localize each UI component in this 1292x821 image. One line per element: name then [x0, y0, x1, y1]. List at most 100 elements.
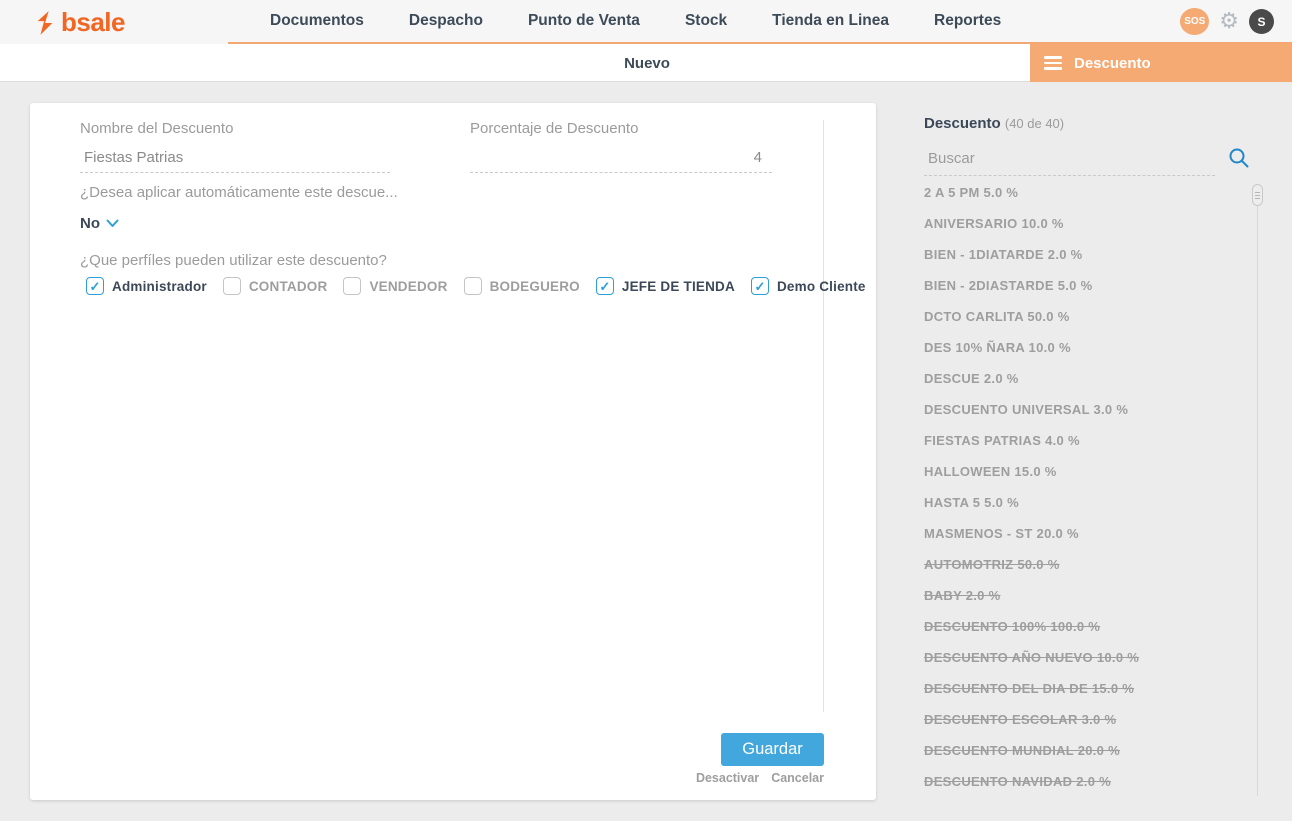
auto-apply-label: ¿Desea aplicar automáticamente este desc… — [80, 184, 398, 201]
sidebar-scrollbar-thumb[interactable] — [1252, 184, 1263, 206]
discount-list-item-label: DESCUENTO DEL DIA DE 15.0 % — [924, 681, 1134, 696]
nav-item-punto-de-venta[interactable]: Punto de Venta — [528, 12, 640, 30]
checkbox-icon[interactable] — [86, 277, 104, 295]
discount-list-item[interactable]: DESCUENTO NAVIDAD 2.0 % — [924, 766, 1244, 797]
discount-list-item[interactable]: BABY 2.0 % — [924, 580, 1244, 611]
discount-list-item-label: DESCUENTO UNIVERSAL 3.0 % — [924, 402, 1128, 417]
discount-list-item-label: MASMENOS - ST 20.0 % — [924, 526, 1079, 541]
discount-list-item[interactable]: DESCUENTO AÑO NUEVO 10.0 % — [924, 642, 1244, 673]
discount-list-item[interactable]: AUTOMOTRIZ 50.0 % — [924, 549, 1244, 580]
profile-checkbox-item[interactable]: Administrador — [86, 277, 207, 295]
discount-list-item[interactable]: DCTO CARLITA 50.0 % — [924, 301, 1244, 332]
discount-list-item[interactable]: FIESTAS PATRIAS 4.0 % — [924, 425, 1244, 456]
deactivate-link[interactable]: Desactivar — [696, 771, 759, 785]
discount-list-item-label: BIEN - 1DIATARDE 2.0 % — [924, 247, 1083, 262]
discount-list-item-label: DESCUENTO 100% 100.0 % — [924, 619, 1100, 634]
percent-field-label: Porcentaje de Descuento — [470, 120, 638, 137]
sidebar-title: Descuento (40 de 40) — [924, 115, 1064, 132]
discount-list-item-label: BABY 2.0 % — [924, 588, 1000, 603]
cancel-link[interactable]: Cancelar — [771, 771, 824, 785]
sidebar-title-text: Descuento — [924, 115, 1001, 132]
discount-list-item[interactable]: DESCUE 2.0 % — [924, 363, 1244, 394]
discount-list-item-label: FIESTAS PATRIAS 4.0 % — [924, 433, 1080, 448]
discount-list-item[interactable]: DESCUENTO 100% 100.0 % — [924, 611, 1244, 642]
discount-list-item-label: BIEN - 2DIASTARDE 5.0 % — [924, 278, 1092, 293]
profile-checkbox-item[interactable]: VENDEDOR — [343, 277, 447, 295]
discount-list-item-label: AUTOMOTRIZ 50.0 % — [924, 557, 1060, 572]
profiles-question-label: ¿Que perfíles pueden utilizar este descu… — [80, 252, 387, 269]
nav-item-documentos[interactable]: Documentos — [270, 12, 364, 30]
bsale-logo-text: bsale — [61, 7, 125, 38]
checkbox-icon[interactable] — [343, 277, 361, 295]
panel-title: Descuento — [1074, 55, 1151, 72]
discount-list-item[interactable]: MASMENOS - ST 20.0 % — [924, 518, 1244, 549]
discount-list-item[interactable]: DESCUENTO MUNDIAL 20.0 % — [924, 735, 1244, 766]
nav-item-reportes[interactable]: Reportes — [934, 12, 1001, 30]
nav-item-despacho[interactable]: Despacho — [409, 12, 483, 30]
search-input[interactable] — [924, 146, 1215, 175]
discount-list-item[interactable]: DESCUENTO ESCOLAR 3.0 % — [924, 704, 1244, 735]
nav-item-stock[interactable]: Stock — [685, 12, 727, 30]
top-right-icons: SOS ⚙ S — [1180, 8, 1274, 35]
profile-label: BODEGUERO — [490, 279, 580, 294]
search-icon[interactable] — [1228, 147, 1250, 169]
profile-checkbox-item[interactable]: JEFE DE TIENDA — [596, 277, 735, 295]
main-nav: Documentos Despacho Punto de Venta Stock… — [270, 0, 1001, 42]
gear-icon[interactable]: ⚙ — [1219, 11, 1239, 33]
discount-list-item-label: DCTO CARLITA 50.0 % — [924, 309, 1070, 324]
sidebar-count: (40 de 40) — [1005, 116, 1064, 131]
discount-list-item[interactable]: DES 10% ÑARA 10.0 % — [924, 332, 1244, 363]
checkbox-icon[interactable] — [751, 277, 769, 295]
chevron-down-icon — [106, 219, 119, 228]
tab-nuevo[interactable]: Nuevo — [624, 44, 670, 82]
profile-label: JEFE DE TIENDA — [622, 279, 735, 294]
checkbox-icon[interactable] — [596, 277, 614, 295]
auto-apply-select[interactable]: No — [80, 215, 119, 232]
sidebar-scrollbar-track[interactable] — [1257, 184, 1258, 796]
discount-list: 2 A 5 PM 5.0 % ANIVERSARIO 10.0 % BIEN -… — [924, 177, 1244, 797]
search-field — [924, 146, 1215, 176]
discount-list-item[interactable]: ANIVERSARIO 10.0 % — [924, 208, 1244, 239]
name-field-label: Nombre del Descuento — [80, 120, 233, 137]
profile-checkbox-item[interactable]: Demo Cliente — [751, 277, 866, 295]
tab-bar: Nuevo — [0, 44, 1030, 82]
bsale-logo-icon — [34, 9, 56, 37]
checkbox-icon[interactable] — [464, 277, 482, 295]
discount-list-item[interactable]: DESCUENTO UNIVERSAL 3.0 % — [924, 394, 1244, 425]
discount-list-item[interactable]: HALLOWEEN 15.0 % — [924, 456, 1244, 487]
profile-checkbox-item[interactable]: CONTADOR — [223, 277, 328, 295]
discount-form-card: Nombre del Descuento Fiestas Patrias Por… — [30, 103, 876, 800]
discount-list-item-label: HALLOWEEN 15.0 % — [924, 464, 1057, 479]
discount-list-item[interactable]: BIEN - 1DIATARDE 2.0 % — [924, 239, 1244, 270]
secondary-actions: Desactivar Cancelar — [30, 771, 824, 785]
name-field-input[interactable]: Fiestas Patrias — [80, 147, 390, 173]
percent-field-input[interactable]: 4 — [470, 147, 772, 173]
save-button[interactable]: Guardar — [721, 733, 824, 766]
menu-icon[interactable] — [1044, 56, 1062, 70]
profile-label: CONTADOR — [249, 279, 328, 294]
discount-list-item-label: ANIVERSARIO 10.0 % — [924, 216, 1064, 231]
top-navigation-bar: bsale Documentos Despacho Punto de Venta… — [0, 0, 1292, 44]
discount-list-item-label: DESCUENTO MUNDIAL 20.0 % — [924, 743, 1120, 758]
profile-checkbox-item[interactable]: BODEGUERO — [464, 277, 580, 295]
discount-list-item[interactable]: HASTA 5 5.0 % — [924, 487, 1244, 518]
discount-list-item[interactable]: DESCUENTO DEL DIA DE 15.0 % — [924, 673, 1244, 704]
user-avatar[interactable]: S — [1249, 9, 1274, 34]
discount-list-item-label: DESCUENTO AÑO NUEVO 10.0 % — [924, 650, 1139, 665]
checkbox-icon[interactable] — [223, 277, 241, 295]
discount-list-item-label: DESCUENTO ESCOLAR 3.0 % — [924, 712, 1116, 727]
panel-header-descuento[interactable]: Descuento — [1030, 44, 1292, 82]
bsale-logo[interactable]: bsale — [34, 7, 125, 38]
discount-list-item-label: 2 A 5 PM 5.0 % — [924, 185, 1018, 200]
discount-list-item-label: DES 10% ÑARA 10.0 % — [924, 340, 1071, 355]
nav-item-tienda-en-linea[interactable]: Tienda en Linea — [772, 12, 889, 30]
sos-badge[interactable]: SOS — [1180, 8, 1209, 35]
discount-list-item[interactable]: 2 A 5 PM 5.0 % — [924, 177, 1244, 208]
discount-list-item-label: DESCUENTO NAVIDAD 2.0 % — [924, 774, 1111, 789]
discount-list-item-label: DESCUE 2.0 % — [924, 371, 1019, 386]
discount-list-item-label: HASTA 5 5.0 % — [924, 495, 1019, 510]
discount-list-item[interactable]: BIEN - 2DIASTARDE 5.0 % — [924, 270, 1244, 301]
auto-apply-value: No — [80, 215, 100, 232]
card-divider — [823, 120, 824, 712]
profiles-checkbox-group: Administrador CONTADOR VENDEDOR BODEGUER… — [86, 277, 866, 295]
